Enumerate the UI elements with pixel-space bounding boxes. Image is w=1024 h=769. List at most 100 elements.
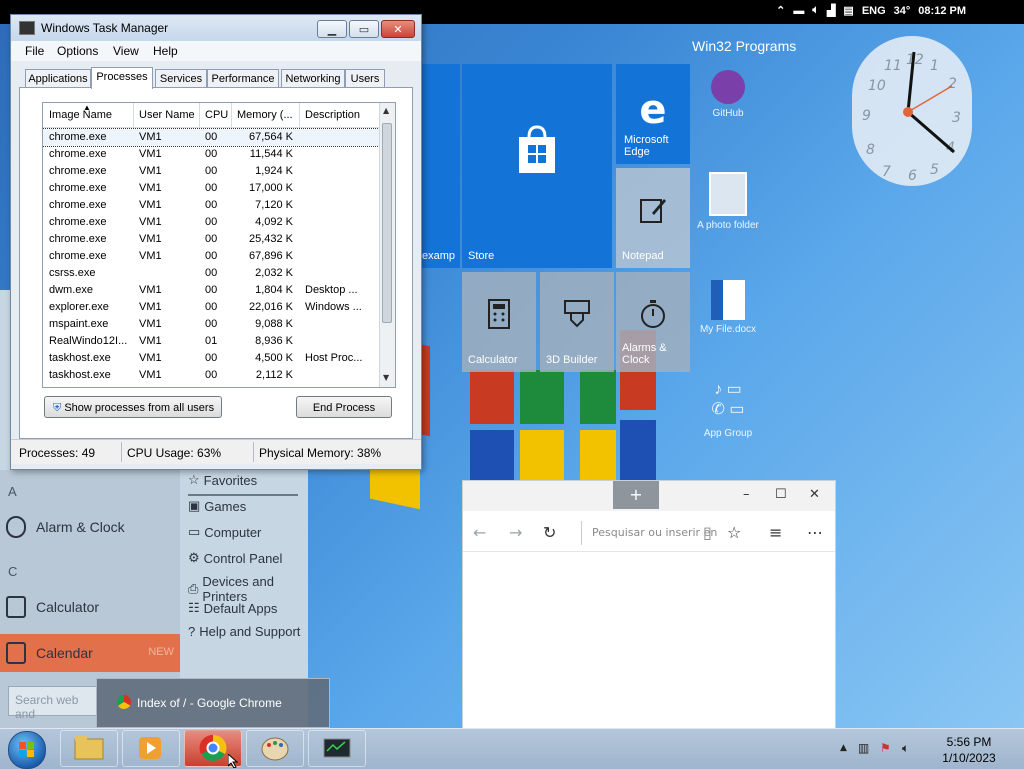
maximize-button[interactable]: ☐	[775, 487, 787, 502]
menu-help[interactable]: Help	[153, 44, 178, 58]
show-all-processes-button[interactable]: ⛨ Show processes from all users	[44, 396, 222, 418]
notification-icon[interactable]: ▤	[843, 4, 853, 17]
link-favorites[interactable]: ☆ Favorites	[188, 472, 257, 488]
table-row[interactable]: csrss.exe 00 2,032 K	[43, 265, 379, 282]
link-computer[interactable]: ▭ Computer	[188, 524, 261, 540]
close-button[interactable]: ✕	[809, 487, 820, 502]
taskbar-explorer-button[interactable]	[60, 730, 118, 767]
column-image-name[interactable]: Image Name	[49, 109, 112, 121]
table-row[interactable]: chrome.exe VM1 00 17,000 K	[43, 180, 379, 197]
favorite-star-icon[interactable]: ☆	[727, 523, 741, 542]
chevron-up-icon[interactable]: ⌃	[776, 4, 785, 17]
action-center-flag-icon[interactable]: ⚑	[880, 741, 891, 755]
table-row[interactable]: mspaint.exe VM1 00 9,088 K	[43, 316, 379, 333]
program-photo-folder[interactable]: A photo folder	[683, 172, 773, 231]
tab-users[interactable]: Users	[345, 69, 385, 87]
back-arrow-icon[interactable]: ←	[473, 523, 486, 542]
minimize-button[interactable]: –	[743, 487, 750, 502]
menu-view[interactable]: View	[113, 44, 139, 58]
section-letter-a[interactable]: A	[8, 484, 17, 499]
app-alarm-clock[interactable]: Alarm & Clock	[6, 508, 178, 546]
link-help-support[interactable]: ? Help and Support	[188, 624, 300, 639]
taskbar-paint-button[interactable]	[246, 730, 304, 767]
table-row[interactable]: RealWindo12I... VM1 01 8,936 K	[43, 333, 379, 350]
column-divider[interactable]	[133, 103, 134, 127]
program-my-file-docx[interactable]: My File.docx	[683, 280, 773, 335]
tile-3d-builder[interactable]: 3D Builder	[540, 272, 614, 372]
taskbar-clock[interactable]: 5:56 PM 1/10/2023	[934, 734, 1004, 766]
refresh-icon[interactable]: ↻	[543, 523, 556, 542]
tab-applications[interactable]: Applications	[25, 69, 91, 87]
task-manager-titlebar[interactable]: Windows Task Manager ▁ ▭ ✕	[11, 15, 421, 41]
new-tab-button[interactable]: +	[613, 481, 659, 509]
program-github[interactable]: GitHub	[683, 70, 773, 119]
tile-store[interactable]: Store	[462, 64, 612, 268]
scrollbar-thumb[interactable]	[382, 123, 392, 323]
show-hidden-icons-icon[interactable]: ▲	[840, 743, 847, 753]
edge-titlebar[interactable]: + – ☐ ✕	[463, 481, 835, 511]
scroll-down-arrow-icon[interactable]: ▼	[383, 373, 389, 382]
table-row[interactable]: chrome.exe VM1 00 7,120 K	[43, 197, 379, 214]
tile-notepad[interactable]: Notepad	[616, 168, 690, 268]
start-search-input[interactable]: Search web and	[8, 686, 98, 721]
tile-microsoft-edge[interactable]: e Microsoft Edge	[616, 64, 690, 164]
tile-alarms-clock[interactable]: Alarms & Clock	[616, 272, 690, 372]
minimize-button[interactable]: ▁	[317, 20, 347, 38]
table-row[interactable]: explorer.exe VM1 00 22,016 K Windows ...	[43, 299, 379, 316]
tile-partial[interactable]: examp	[420, 64, 460, 268]
program-app-group[interactable]: ♪ ▭ ✆ ▭ App Group	[683, 380, 773, 439]
edge-browser-window[interactable]: + – ☐ ✕ ← → ↻ Pesquisar ou inserir en ▯ …	[462, 480, 836, 730]
table-row[interactable]: chrome.exe VM1 00 1,924 K	[43, 163, 379, 180]
tab-services[interactable]: Services	[155, 69, 207, 87]
tab-performance[interactable]: Performance	[207, 69, 279, 87]
table-row[interactable]: chrome.exe VM1 00 4,092 K	[43, 214, 379, 231]
maximize-button[interactable]: ▭	[349, 20, 379, 38]
table-row[interactable]: taskhost.exe VM1 00 2,112 K	[43, 367, 379, 384]
column-memory[interactable]: Memory (...	[237, 109, 293, 121]
column-cpu[interactable]: CPU	[205, 109, 228, 121]
start-button[interactable]	[8, 731, 46, 769]
link-games[interactable]: ▣ Games	[188, 498, 246, 514]
app-calculator[interactable]: Calculator	[6, 588, 178, 626]
language-indicator[interactable]: ENG	[862, 5, 886, 17]
task-manager-window[interactable]: Windows Task Manager ▁ ▭ ✕ File Options …	[10, 14, 422, 470]
scroll-up-arrow-icon[interactable]: ▲	[383, 106, 389, 115]
table-row[interactable]: taskhost.exe VM1 00 4,500 K Host Proc...	[43, 350, 379, 367]
tab-processes[interactable]: Processes	[91, 67, 153, 89]
tab-networking[interactable]: Networking	[281, 69, 345, 87]
network-icon[interactable]: ▥	[858, 741, 869, 755]
menu-file[interactable]: File	[25, 44, 44, 58]
table-row[interactable]: chrome.exe VM1 00 67,896 K	[43, 248, 379, 265]
taskbar-media-player-button[interactable]	[122, 730, 180, 767]
tile-calculator[interactable]: Calculator	[462, 272, 536, 372]
link-default-apps[interactable]: ☷ Default Apps	[188, 600, 277, 616]
address-bar-input[interactable]: Pesquisar ou inserir en	[581, 521, 722, 545]
tile-label: Alarms & Clock	[622, 342, 667, 366]
more-options-icon[interactable]: ⋯	[807, 523, 823, 542]
column-description[interactable]: Description	[305, 109, 360, 121]
link-control-panel[interactable]: ⚙ Control Panel	[188, 550, 282, 566]
section-letter-c[interactable]: C	[8, 564, 17, 579]
column-divider[interactable]	[199, 103, 200, 127]
column-user-name[interactable]: User Name	[139, 109, 195, 121]
hub-icon[interactable]: ≡	[769, 523, 782, 542]
app-calendar[interactable]: Calendar NEW	[0, 634, 180, 672]
table-row[interactable]: chrome.exe VM1 00 25,432 K	[43, 231, 379, 248]
volume-icon[interactable]: 🔈︎	[812, 4, 819, 17]
forward-arrow-icon[interactable]: →	[509, 523, 522, 542]
reading-view-icon[interactable]: ▯	[703, 523, 712, 542]
network-icon[interactable]: ▟	[827, 4, 835, 17]
menu-options[interactable]: Options	[57, 44, 98, 58]
close-button[interactable]: ✕	[381, 20, 415, 38]
process-list[interactable]: Image Name ▲ User Name CPU Memory (... D…	[42, 102, 396, 388]
end-process-button[interactable]: End Process	[296, 396, 392, 418]
table-row[interactable]: chrome.exe VM1 00 67,564 K	[43, 128, 380, 147]
column-divider[interactable]	[231, 103, 232, 127]
table-row[interactable]: dwm.exe VM1 00 1,804 K Desktop ...	[43, 282, 379, 299]
table-row[interactable]: chrome.exe VM1 00 11,544 K	[43, 146, 379, 163]
column-divider[interactable]	[299, 103, 300, 127]
taskbar-task-manager-button[interactable]	[308, 730, 366, 767]
volume-icon[interactable]: 🔈︎	[902, 741, 909, 756]
chrome-taskbar-preview[interactable]: Index of / - Google Chrome	[96, 678, 330, 728]
vertical-scrollbar[interactable]: ▲ ▼	[379, 103, 395, 387]
